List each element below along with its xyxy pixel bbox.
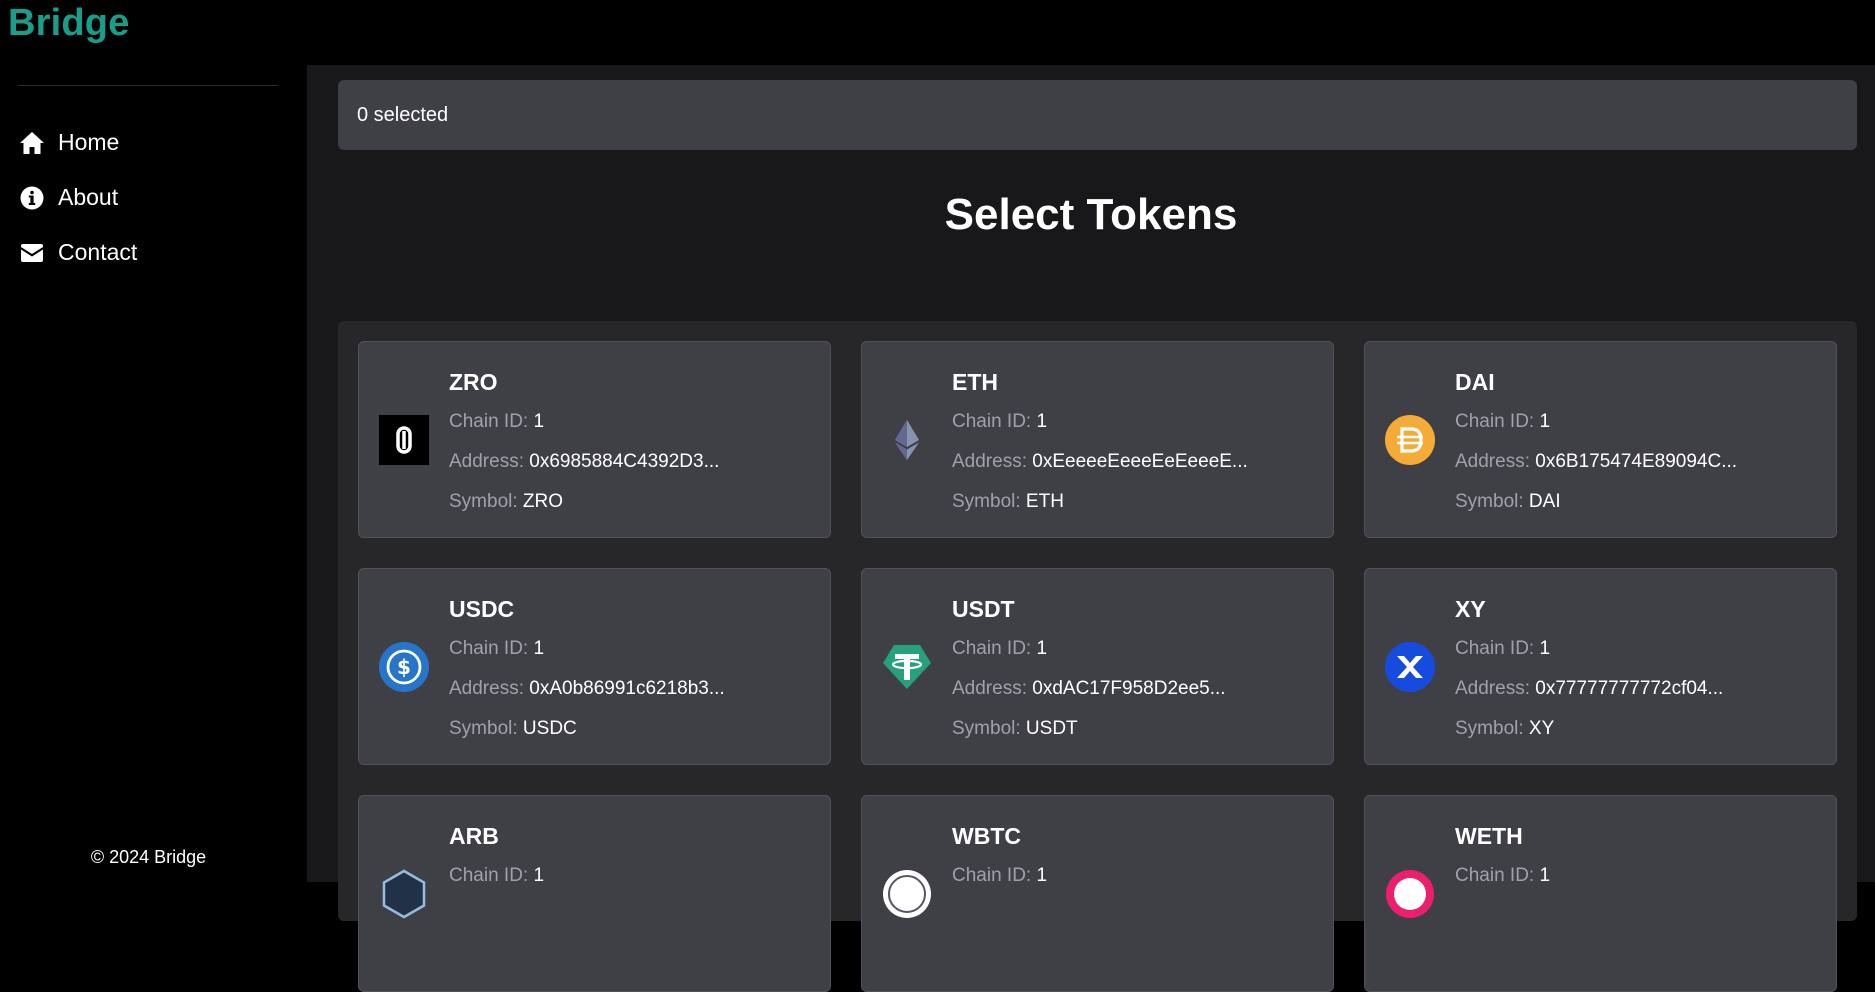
brand-logo[interactable]: Bridge bbox=[8, 2, 130, 45]
token-card-xy[interactable]: XY Chain ID: 1 Address: 0x77777777772cf0… bbox=[1364, 568, 1837, 765]
page-title: Select Tokens bbox=[944, 190, 1238, 239]
token-name: WETH bbox=[1455, 823, 1523, 849]
chain-id-value: 1 bbox=[1036, 638, 1048, 659]
sidebar-item-label: About bbox=[58, 184, 119, 210]
main-content: 0 selected Select Tokens ZRO Chain ID: 1… bbox=[307, 65, 1875, 992]
symbol-value: XY bbox=[1528, 718, 1555, 739]
token-name: ZRO bbox=[449, 369, 498, 395]
address-value: 0xdAC17F958D2ee5... bbox=[1032, 678, 1226, 699]
address-value: 0xA0b86991c6218b3... bbox=[529, 678, 725, 699]
symbol-value: USDT bbox=[1025, 718, 1078, 739]
top-bar: Bridge bbox=[0, 0, 1875, 65]
token-name: XY bbox=[1455, 596, 1486, 622]
address-value: 0x77777777772cf04... bbox=[1535, 678, 1724, 699]
symbol-value: ZRO bbox=[522, 491, 564, 512]
address-label: Address: bbox=[1455, 678, 1530, 699]
token-name: USDT bbox=[952, 596, 1015, 622]
usdc-logo-icon: $ bbox=[379, 642, 429, 692]
token-name: ETH bbox=[952, 369, 998, 395]
symbol-value: ETH bbox=[1025, 491, 1064, 512]
chain-id-value: 1 bbox=[1539, 411, 1551, 432]
chain-id-label: Chain ID: bbox=[1455, 638, 1535, 659]
chain-id-value: 1 bbox=[1539, 638, 1551, 659]
chain-id-label: Chain ID: bbox=[449, 638, 529, 659]
sidebar-item-label: Home bbox=[58, 129, 120, 155]
chain-id-value: 1 bbox=[1036, 865, 1048, 886]
chain-id-value: 1 bbox=[1539, 865, 1551, 886]
address-label: Address: bbox=[449, 678, 524, 699]
address-label: Address: bbox=[449, 451, 524, 472]
sidebar: Home About Contact © 2024 Bridge bbox=[0, 65, 307, 882]
dai-logo-icon bbox=[1385, 415, 1435, 465]
symbol-label: Symbol: bbox=[1455, 718, 1524, 739]
address-value: 0xEeeeeEeeeEeEeeeE... bbox=[1032, 451, 1248, 472]
selection-status-bar: 0 selected bbox=[338, 80, 1857, 150]
svg-text:$: $ bbox=[397, 655, 411, 679]
token-grid: ZRO Chain ID: 1 Address: 0x6985884C4392D… bbox=[338, 321, 1857, 992]
sidebar-item-contact[interactable]: Contact bbox=[18, 225, 137, 280]
chain-id-label: Chain ID: bbox=[1455, 411, 1535, 432]
chain-id-label: Chain ID: bbox=[952, 638, 1032, 659]
symbol-value: USDC bbox=[522, 718, 577, 739]
symbol-label: Symbol: bbox=[449, 491, 518, 512]
mail-icon bbox=[18, 239, 46, 267]
wbtc-logo-icon bbox=[883, 870, 931, 918]
weth-logo-icon bbox=[1386, 870, 1434, 918]
chain-id-value: 1 bbox=[1036, 411, 1048, 432]
address-value: 0x6B175474E89094C... bbox=[1535, 451, 1738, 472]
symbol-label: Symbol: bbox=[952, 718, 1021, 739]
symbol-label: Symbol: bbox=[1455, 491, 1524, 512]
address-value: 0x6985884C4392D3... bbox=[529, 451, 720, 472]
address-label: Address: bbox=[952, 451, 1027, 472]
chain-id-label: Chain ID: bbox=[952, 411, 1032, 432]
symbol-value: DAI bbox=[1528, 491, 1561, 512]
chain-id-label: Chain ID: bbox=[952, 865, 1032, 886]
token-card-eth[interactable]: ETH Chain ID: 1 Address: 0xEeeeeEeeeEeEe… bbox=[861, 341, 1334, 538]
chain-id-value: 1 bbox=[533, 865, 545, 886]
sidebar-nav: Home About Contact bbox=[18, 115, 137, 280]
token-card-wbtc[interactable]: WBTC Chain ID: 1 bbox=[861, 795, 1334, 992]
chain-id-label: Chain ID: bbox=[1455, 865, 1535, 886]
symbol-label: Symbol: bbox=[449, 718, 518, 739]
footer-copyright: © 2024 Bridge bbox=[90, 847, 207, 867]
chain-id-value: 1 bbox=[533, 411, 545, 432]
token-card-zro[interactable]: ZRO Chain ID: 1 Address: 0x6985884C4392D… bbox=[358, 341, 831, 538]
symbol-label: Symbol: bbox=[952, 491, 1021, 512]
home-icon bbox=[18, 129, 46, 157]
token-card-dai[interactable]: DAI Chain ID: 1 Address: 0x6B175474E8909… bbox=[1364, 341, 1837, 538]
chain-id-label: Chain ID: bbox=[449, 411, 529, 432]
usdt-logo-icon bbox=[883, 645, 931, 689]
token-card-weth[interactable]: WETH Chain ID: 1 bbox=[1364, 795, 1837, 992]
token-card-usdt[interactable]: USDT Chain ID: 1 Address: 0xdAC17F958D2e… bbox=[861, 568, 1334, 765]
info-icon bbox=[18, 184, 46, 212]
chain-id-value: 1 bbox=[533, 638, 545, 659]
token-name: USDC bbox=[449, 596, 515, 622]
token-name: DAI bbox=[1455, 369, 1495, 395]
arb-logo-icon bbox=[382, 869, 426, 919]
token-card-arb[interactable]: ARB Chain ID: 1 bbox=[358, 795, 831, 992]
eth-logo-icon bbox=[895, 420, 919, 460]
sidebar-divider bbox=[18, 85, 278, 86]
token-name: ARB bbox=[449, 823, 499, 849]
token-name: WBTC bbox=[952, 823, 1021, 849]
address-label: Address: bbox=[952, 678, 1027, 699]
zro-logo-icon bbox=[379, 415, 429, 465]
selection-count: 0 selected bbox=[357, 103, 449, 126]
xy-logo-icon bbox=[1385, 642, 1435, 692]
sidebar-item-home[interactable]: Home bbox=[18, 115, 137, 170]
sidebar-item-label: Contact bbox=[58, 239, 138, 265]
address-label: Address: bbox=[1455, 451, 1530, 472]
chain-id-label: Chain ID: bbox=[449, 865, 529, 886]
token-card-usdc[interactable]: $ USDC Chain ID: 1 Address: 0xA0b86991c6… bbox=[358, 568, 831, 765]
sidebar-item-about[interactable]: About bbox=[18, 170, 137, 225]
